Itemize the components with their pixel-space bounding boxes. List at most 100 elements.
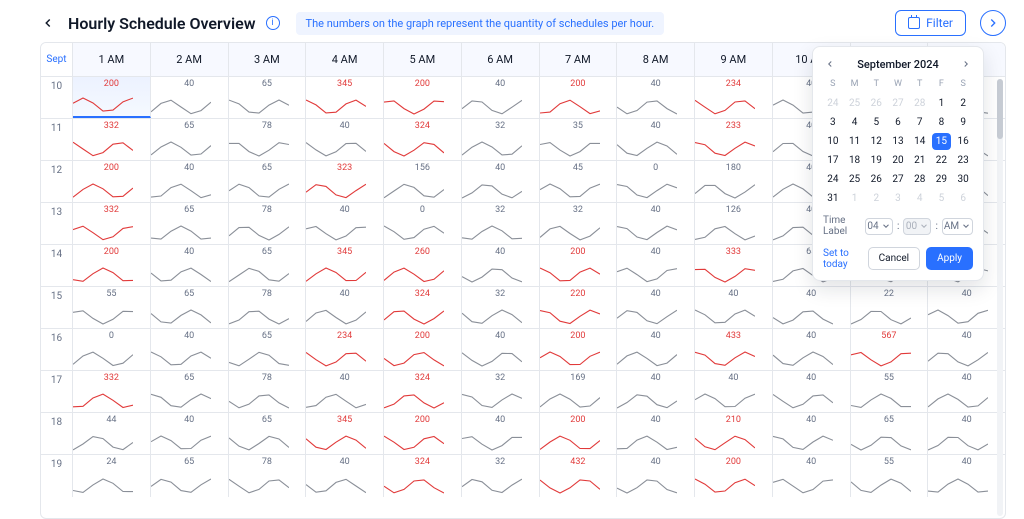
prev-month-button[interactable] bbox=[823, 57, 837, 71]
schedule-cell[interactable]: 40 bbox=[617, 203, 695, 244]
schedule-cell[interactable]: 324 bbox=[384, 119, 462, 160]
calendar-day[interactable]: 7 bbox=[910, 114, 930, 131]
calendar-day[interactable]: 4 bbox=[845, 114, 865, 131]
schedule-cell[interactable]: 65 bbox=[151, 203, 229, 244]
schedule-cell[interactable]: 40 bbox=[151, 329, 229, 370]
hour-header[interactable]: 3 AM bbox=[229, 43, 307, 76]
schedule-cell[interactable]: 22 bbox=[851, 287, 929, 328]
schedule-cell[interactable]: 200 bbox=[73, 161, 151, 202]
schedule-cell[interactable]: 324 bbox=[384, 371, 462, 412]
calendar-day[interactable]: 6 bbox=[888, 114, 908, 131]
schedule-cell[interactable]: 345 bbox=[306, 77, 384, 118]
schedule-cell[interactable]: 345 bbox=[306, 413, 384, 454]
schedule-cell[interactable]: 233 bbox=[695, 119, 773, 160]
schedule-cell[interactable]: 40 bbox=[928, 455, 1005, 497]
schedule-cell[interactable]: 200 bbox=[384, 329, 462, 370]
schedule-cell[interactable]: 40 bbox=[773, 371, 851, 412]
calendar-day[interactable]: 15 bbox=[932, 133, 952, 150]
schedule-cell[interactable]: 65 bbox=[151, 455, 229, 497]
schedule-cell[interactable]: 333 bbox=[695, 245, 773, 286]
schedule-cell[interactable]: 40 bbox=[695, 287, 773, 328]
schedule-cell[interactable]: 65 bbox=[851, 413, 929, 454]
schedule-cell[interactable]: 55 bbox=[851, 455, 929, 497]
schedule-cell[interactable]: 220 bbox=[540, 287, 618, 328]
info-icon[interactable]: i bbox=[266, 16, 280, 30]
schedule-cell[interactable]: 32 bbox=[462, 455, 540, 497]
schedule-cell[interactable]: 40 bbox=[306, 119, 384, 160]
apply-button[interactable]: Apply bbox=[926, 247, 973, 270]
schedule-cell[interactable]: 40 bbox=[151, 245, 229, 286]
schedule-cell[interactable]: 40 bbox=[773, 287, 851, 328]
schedule-cell[interactable]: 32 bbox=[462, 203, 540, 244]
schedule-cell[interactable]: 156 bbox=[384, 161, 462, 202]
schedule-cell[interactable]: 78 bbox=[229, 203, 307, 244]
calendar-day[interactable]: 14 bbox=[910, 133, 930, 150]
schedule-cell[interactable]: 78 bbox=[229, 287, 307, 328]
hour-header[interactable]: 6 AM bbox=[462, 43, 540, 76]
schedule-cell[interactable]: 200 bbox=[384, 77, 462, 118]
hour-header[interactable]: 4 AM bbox=[306, 43, 384, 76]
next-page-button[interactable] bbox=[980, 10, 1006, 36]
schedule-cell[interactable]: 0 bbox=[617, 161, 695, 202]
hour-header[interactable]: 5 AM bbox=[384, 43, 462, 76]
schedule-cell[interactable]: 324 bbox=[384, 455, 462, 497]
schedule-cell[interactable]: 200 bbox=[540, 329, 618, 370]
schedule-cell[interactable]: 44 bbox=[73, 413, 151, 454]
calendar-day[interactable]: 3 bbox=[823, 114, 843, 131]
schedule-cell[interactable]: 40 bbox=[617, 455, 695, 497]
schedule-cell[interactable]: 65 bbox=[151, 119, 229, 160]
calendar-day[interactable]: 18 bbox=[845, 152, 865, 169]
schedule-cell[interactable]: 432 bbox=[540, 455, 618, 497]
calendar-day[interactable]: 31 bbox=[823, 190, 843, 207]
schedule-cell[interactable]: 40 bbox=[617, 287, 695, 328]
schedule-cell[interactable]: 32 bbox=[462, 119, 540, 160]
calendar-day[interactable]: 19 bbox=[866, 152, 886, 169]
schedule-cell[interactable]: 200 bbox=[73, 77, 151, 118]
schedule-cell[interactable]: 40 bbox=[617, 119, 695, 160]
hour-header[interactable]: 8 AM bbox=[617, 43, 695, 76]
schedule-cell[interactable]: 200 bbox=[384, 413, 462, 454]
schedule-cell[interactable]: 55 bbox=[73, 287, 151, 328]
schedule-cell[interactable]: 40 bbox=[306, 371, 384, 412]
calendar-day[interactable]: 21 bbox=[910, 152, 930, 169]
schedule-cell[interactable]: 40 bbox=[928, 287, 1005, 328]
schedule-cell[interactable]: 40 bbox=[151, 161, 229, 202]
schedule-cell[interactable]: 32 bbox=[462, 371, 540, 412]
schedule-cell[interactable]: 332 bbox=[73, 203, 151, 244]
calendar-day[interactable]: 13 bbox=[888, 133, 908, 150]
schedule-cell[interactable]: 126 bbox=[695, 203, 773, 244]
schedule-cell[interactable]: 40 bbox=[695, 371, 773, 412]
schedule-cell[interactable]: 40 bbox=[462, 245, 540, 286]
filter-button[interactable]: Filter bbox=[895, 10, 966, 36]
schedule-cell[interactable]: 433 bbox=[695, 329, 773, 370]
schedule-cell[interactable]: 0 bbox=[384, 203, 462, 244]
hour-header[interactable]: 7 AM bbox=[540, 43, 618, 76]
schedule-cell[interactable]: 169 bbox=[540, 371, 618, 412]
schedule-cell[interactable]: 200 bbox=[540, 245, 618, 286]
schedule-cell[interactable]: 78 bbox=[229, 455, 307, 497]
calendar-day[interactable]: 1 bbox=[932, 95, 952, 112]
schedule-cell[interactable]: 234 bbox=[306, 329, 384, 370]
schedule-cell[interactable]: 65 bbox=[229, 413, 307, 454]
schedule-cell[interactable]: 40 bbox=[617, 413, 695, 454]
back-button[interactable] bbox=[40, 15, 56, 31]
set-to-today-link[interactable]: Set to today bbox=[823, 248, 856, 270]
scrollbar-thumb[interactable] bbox=[997, 79, 1003, 139]
schedule-cell[interactable]: 332 bbox=[73, 119, 151, 160]
schedule-cell[interactable]: 180 bbox=[695, 161, 773, 202]
calendar-day[interactable]: 29 bbox=[932, 171, 952, 188]
schedule-cell[interactable]: 24 bbox=[73, 455, 151, 497]
calendar-day[interactable]: 22 bbox=[932, 152, 952, 169]
calendar-day[interactable]: 17 bbox=[823, 152, 843, 169]
schedule-cell[interactable]: 40 bbox=[773, 329, 851, 370]
schedule-cell[interactable]: 40 bbox=[928, 371, 1005, 412]
schedule-cell[interactable]: 345 bbox=[306, 245, 384, 286]
schedule-cell[interactable]: 260 bbox=[384, 245, 462, 286]
schedule-cell[interactable]: 65 bbox=[229, 161, 307, 202]
schedule-cell[interactable]: 65 bbox=[229, 245, 307, 286]
calendar-day[interactable]: 5 bbox=[866, 114, 886, 131]
schedule-cell[interactable]: 40 bbox=[462, 329, 540, 370]
calendar-day[interactable]: 10 bbox=[823, 133, 843, 150]
schedule-cell[interactable]: 332 bbox=[73, 371, 151, 412]
schedule-cell[interactable]: 40 bbox=[928, 329, 1005, 370]
